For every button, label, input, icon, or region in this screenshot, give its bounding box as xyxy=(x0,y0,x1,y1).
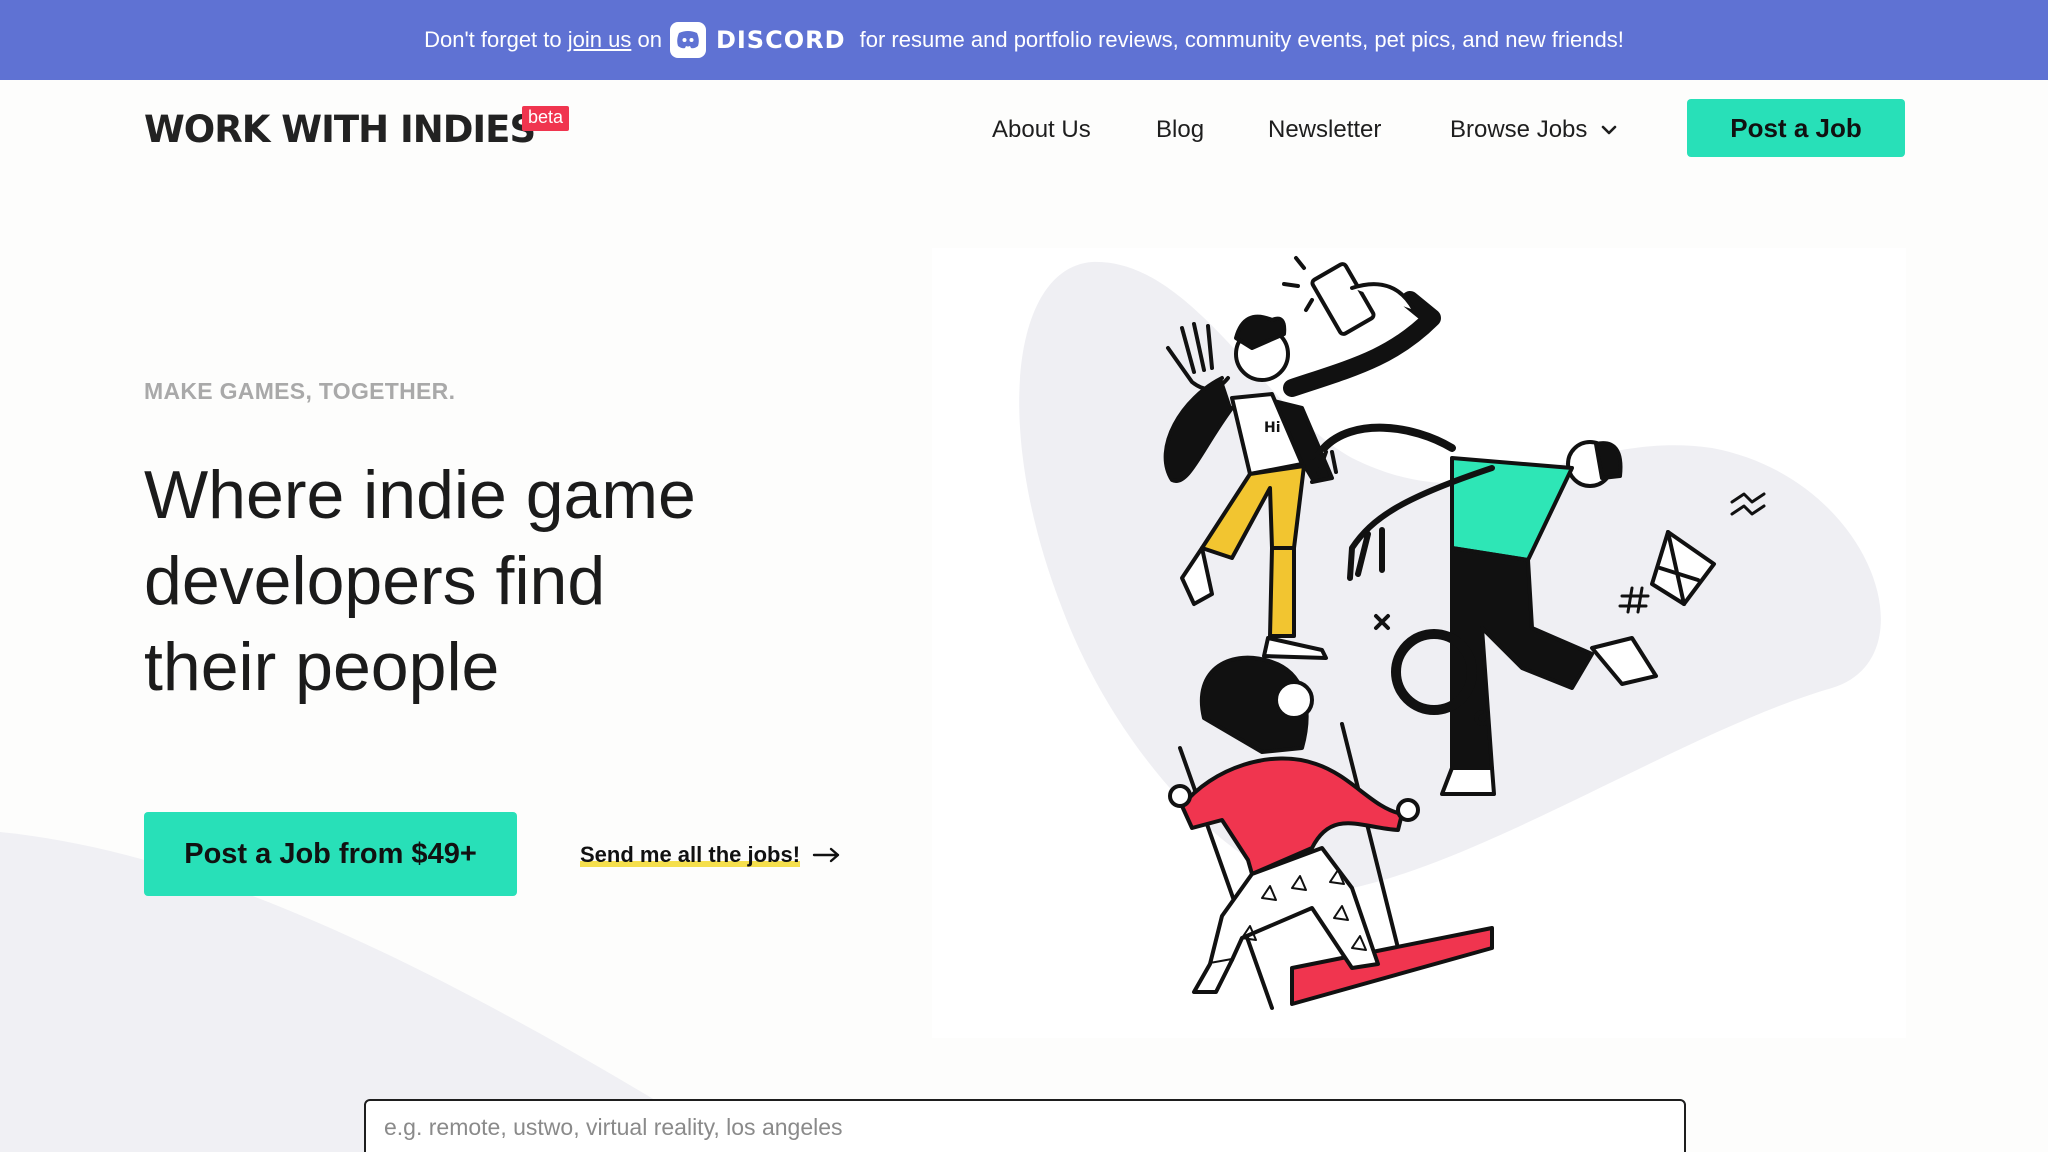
site-header: WORK WITH INDIES beta About Us Blog News… xyxy=(0,80,2048,180)
discord-logo: DISCORD xyxy=(669,22,846,58)
headline-line-3: their people xyxy=(144,629,500,705)
job-search-input[interactable] xyxy=(364,1099,1686,1152)
nav-blog[interactable]: Blog xyxy=(1156,116,1204,144)
discord-wordmark: DISCORD xyxy=(715,26,846,54)
announcement-text-on: on xyxy=(631,27,662,52)
chevron-down-icon xyxy=(1602,125,1617,135)
hero-headline: Where indie game developers find their p… xyxy=(144,452,764,710)
join-us-link[interactable]: join us xyxy=(568,27,632,53)
beta-badge: beta xyxy=(522,106,570,131)
site-logo[interactable]: WORK WITH INDIES xyxy=(144,108,536,151)
headline-line-1: Where indie game xyxy=(144,457,696,533)
arrow-right-icon xyxy=(812,847,840,863)
nav-browse-jobs[interactable]: Browse Jobs xyxy=(1450,116,1617,144)
announcement-text-before: Don't forget to xyxy=(424,27,568,52)
announcement-bar: Don't forget to join us on DISCORD for r… xyxy=(0,0,2048,80)
people-illustration: Hi xyxy=(1019,256,1881,1010)
hero-illustration: Hi xyxy=(932,248,1906,1038)
send-all-jobs-label: Send me all the jobs! xyxy=(580,842,801,867)
hero-eyebrow: MAKE GAMES, TOGETHER. xyxy=(144,378,456,404)
discord-icon xyxy=(669,22,706,58)
nav-newsletter[interactable]: Newsletter xyxy=(1268,116,1381,144)
nav-about-us[interactable]: About Us xyxy=(992,116,1091,144)
post-job-button[interactable]: Post a Job xyxy=(1687,99,1905,157)
nav-browse-jobs-label: Browse Jobs xyxy=(1450,116,1588,143)
headline-line-2: developers find xyxy=(144,543,606,619)
post-job-cta-button[interactable]: Post a Job from $49+ xyxy=(144,812,517,896)
send-all-jobs-link[interactable]: Send me all the jobs! xyxy=(580,842,842,868)
shirt-text: Hi xyxy=(1264,420,1281,436)
announcement-text-after: for resume and portfolio reviews, commun… xyxy=(853,27,1624,52)
